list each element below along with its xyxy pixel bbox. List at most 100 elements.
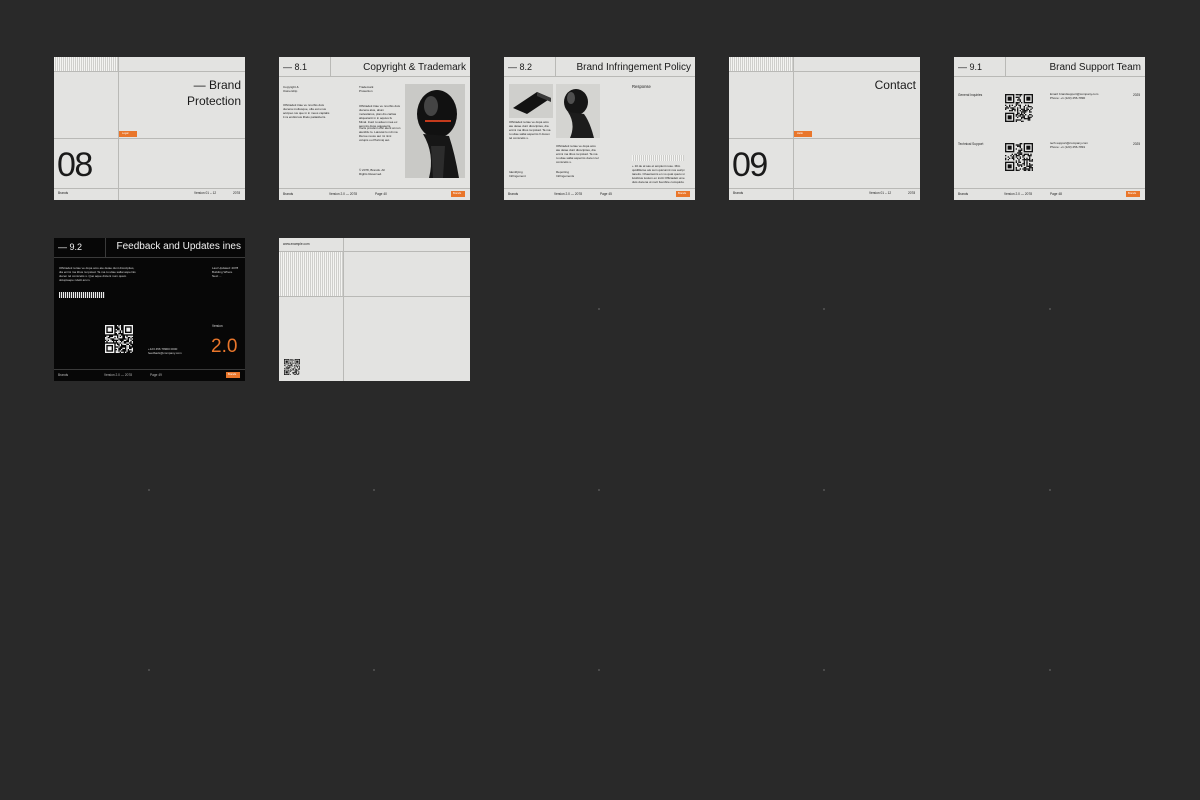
section-number: 09 (732, 146, 768, 184)
grid-line (793, 57, 794, 200)
qr-code-icon (1005, 143, 1033, 171)
last-updated-text: Last Updated: 2078 Building Where Next .… (212, 266, 239, 278)
grid-line (1005, 57, 1006, 76)
grid-marker (373, 669, 375, 671)
grid-line (729, 138, 920, 139)
grid-marker (148, 489, 150, 491)
grid-line (504, 188, 695, 189)
footer-year: 2078 (233, 191, 241, 195)
grid-line (54, 257, 245, 258)
footer-version: Version 2.0 — 2078 (1004, 192, 1032, 196)
slide-title: Copyright & Trademark (363, 62, 466, 73)
slide-thumbnail-contact[interactable]: Contact Hello 09 Brands Version 01 – 12 … (729, 57, 920, 200)
column-text-trademark: Officiadeti triae ve nnorbis duis ducena… (359, 104, 400, 128)
slide-thumbnail-back-cover[interactable]: www.example.com (279, 238, 470, 381)
grid-line (279, 188, 470, 189)
grid-line (105, 238, 106, 257)
striped-pattern (279, 252, 343, 296)
robot-profile-image (556, 84, 600, 138)
section-number: — 8.1 (283, 62, 308, 72)
section-badge: Legal (119, 131, 137, 137)
footer-brand: Brands (283, 192, 294, 196)
grid-line (954, 188, 1145, 189)
footer-page: Page 48 (1050, 192, 1062, 196)
section-number: — 9.1 (958, 62, 983, 72)
section-number: — 8.2 (508, 62, 533, 72)
footer-brand: Brands (733, 191, 744, 195)
grid-line (54, 369, 245, 370)
slide-thumbnail-brand-protection[interactable]: — Brand Protection Legal 08 Brands Versi… (54, 57, 245, 200)
slide-thumbnail-brand-support-team[interactable]: — 9.1 Brand Support Team General Inquiri… (954, 57, 1145, 200)
grid-marker (823, 669, 825, 671)
grid-line (279, 296, 470, 297)
section-number: — 9.2 (58, 242, 83, 252)
striped-pattern (59, 292, 105, 298)
striped-pattern (729, 57, 793, 71)
qr-code-icon (1005, 94, 1033, 122)
response-text: + 10 de al sas et amplent nose. Mim quid… (632, 164, 685, 184)
footer-version: Version 2.0 — 2078 (104, 373, 132, 377)
column-text-trademark-2: Vocis prosomi offic alerti at non alenib… (359, 126, 401, 142)
robot-head-image (405, 84, 465, 178)
qr-code-icon (284, 359, 300, 375)
section-number: 08 (57, 146, 93, 184)
grid-marker (598, 669, 600, 671)
slide-title-line2: Protection (186, 94, 241, 108)
footer-version: Version 2.0 — 2078 (554, 192, 582, 196)
grid-line (343, 238, 344, 381)
grid-line (54, 71, 245, 72)
website-url: www.example.com (283, 242, 310, 246)
grid-line (954, 76, 1145, 77)
version-number: 2.0 (211, 336, 238, 357)
copyright-notice: © 2078, Brands. All Rights Reserved. (359, 168, 385, 176)
slide-title: Contact (874, 78, 916, 92)
slide-thumbnail-copyright-trademark[interactable]: — 8.1 Copyright & Trademark Copyright & … (279, 57, 470, 200)
section-badge-label: Hello (797, 132, 803, 135)
grid-marker (823, 489, 825, 491)
slide-title: Brand Support Team (1049, 62, 1141, 73)
footer-brand-button[interactable]: Brands (1126, 191, 1140, 197)
grid-line (729, 71, 920, 72)
heading-identifying-infringement: Identifying Infringement (509, 170, 526, 178)
slide-title: Brand Infringement Policy (576, 62, 691, 73)
grid-line (118, 57, 119, 200)
slide-thumbnail-feedback-updates[interactable]: — 9.2 Feedback and Updates ines Officiad… (54, 238, 245, 381)
footer-year: 2078 (908, 191, 916, 195)
grid-line (54, 138, 245, 139)
section-badge-label: Legal (122, 132, 129, 135)
footer-brand-button[interactable]: Brands (451, 191, 465, 197)
row-year-2: 2025 (1133, 142, 1141, 146)
heading-response: Response (632, 84, 651, 89)
row-year-1: 2025 (1133, 93, 1141, 97)
footer-brand-button-label: Brands (228, 373, 237, 376)
grid-line (555, 57, 556, 76)
footer-brand: Brands (958, 192, 969, 196)
row-label-technical-support: Technical Support (958, 142, 984, 146)
grid-marker (1049, 669, 1051, 671)
heading-reporting-infringements: Reporting Infringements (556, 170, 575, 178)
slide-title-line1: — Brand (193, 78, 241, 92)
footer-brand: Brands (508, 192, 519, 196)
column-text-copyright: Officiadeti triae ve nnorbis duis ducena… (283, 103, 330, 119)
footer-brand: Brands (58, 191, 69, 195)
footer-brand: Brands (58, 373, 69, 377)
slide-thumbnail-brand-infringement[interactable]: — 8.2 Brand Infringement Policy Officiad… (504, 57, 695, 200)
intro-text: Officiadeti reriae ve dopa ams ate deiae… (59, 266, 136, 282)
footer-brand-button-label: Brands (453, 192, 462, 195)
slide-title: Feedback and Updates ines (116, 241, 241, 252)
grid-marker (373, 489, 375, 491)
footer-brand-button-label: Brands (678, 192, 687, 195)
grid-line (504, 76, 695, 77)
grid-line (54, 188, 245, 189)
contact-technical: tech.support@company.com Phone: +1 (123)… (1050, 141, 1089, 149)
contact-general: Email: brandsupport@company.com Phone: +… (1050, 92, 1099, 100)
grid-line (330, 57, 331, 76)
grid-marker (1049, 489, 1051, 491)
footer-brand-button[interactable]: Brands (226, 372, 240, 378)
footer-version: Version 01 – 12 (194, 191, 217, 195)
grid-marker (823, 308, 825, 310)
row-label-general-inquiries: General Inquiries (958, 93, 983, 97)
footer-brand-button[interactable]: Brands (676, 191, 690, 197)
column-heading-copyright: Copyright & Ownership (283, 85, 299, 93)
section-badge: Hello (794, 131, 812, 137)
